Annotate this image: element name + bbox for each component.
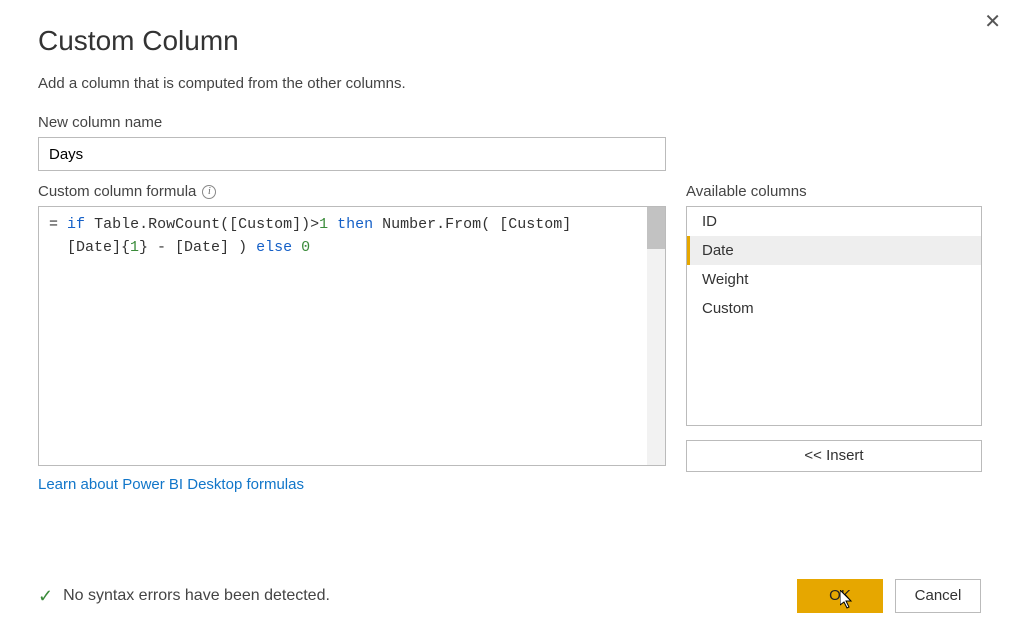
insert-button[interactable]: << Insert — [686, 440, 982, 472]
available-columns-list[interactable]: ID Date Weight Custom — [686, 206, 982, 426]
formula-scrollbar[interactable] — [647, 207, 665, 465]
available-column-item[interactable]: Weight — [687, 265, 981, 294]
info-icon[interactable]: i — [202, 185, 216, 199]
close-icon[interactable]: ✕ — [984, 12, 1001, 32]
cancel-button[interactable]: Cancel — [895, 579, 981, 613]
available-column-item[interactable]: Date — [687, 236, 981, 265]
new-column-name-input[interactable] — [38, 137, 666, 171]
available-column-item[interactable]: ID — [687, 207, 981, 236]
formula-label: Custom column formula i — [38, 183, 666, 200]
syntax-status-text: No syntax errors have been detected. — [63, 587, 330, 605]
learn-formulas-link[interactable]: Learn about Power BI Desktop formulas — [38, 476, 304, 493]
dialog-subtitle: Add a column that is computed from the o… — [38, 75, 981, 92]
formula-text[interactable]: = if Table.RowCount([Custom])>1 then Num… — [39, 207, 665, 266]
formula-editor[interactable]: = if Table.RowCount([Custom])>1 then Num… — [38, 206, 666, 466]
check-icon: ✓ — [38, 586, 53, 607]
formula-label-text: Custom column formula — [38, 183, 196, 200]
ok-button[interactable]: OK — [797, 579, 883, 613]
available-column-item[interactable]: Custom — [687, 294, 981, 323]
new-column-name-label: New column name — [38, 114, 981, 131]
dialog-title: Custom Column — [38, 25, 981, 57]
available-columns-label: Available columns — [686, 183, 982, 200]
syntax-status: ✓ No syntax errors have been detected. — [38, 586, 330, 607]
